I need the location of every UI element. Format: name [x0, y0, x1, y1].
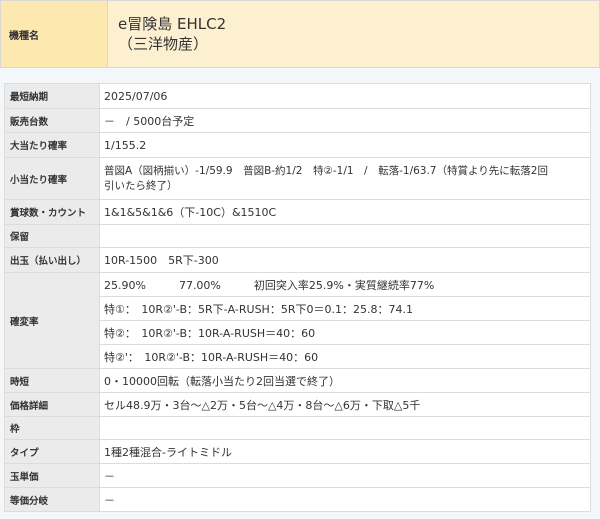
label-ball-price: 玉単価	[4, 463, 100, 488]
machine-name-value: e冒険島 EHLC2 （三洋物産）	[107, 0, 600, 68]
label-units: 販売台数	[4, 108, 100, 133]
label-payout-count: 賞球数・カウント	[4, 199, 100, 225]
label-kakuhen: 確変率	[4, 272, 100, 369]
label-frame: 枠	[4, 416, 100, 440]
value-kakuhen-line4: 特②'： 10R②'-B：10R-A-RUSH＝40：60	[99, 344, 591, 369]
value-units: － / 5000台予定	[99, 108, 591, 133]
label-small: 小当たり確率	[4, 157, 100, 200]
value-small-line1: 普図A（図柄揃い）-1/59.9 普図B-約1/2 特②-1/1 / 転落-1/…	[104, 164, 548, 177]
machine-title: e冒険島 EHLC2	[118, 15, 227, 33]
value-frame	[99, 416, 591, 440]
value-small-line2: 引いたら終了）	[104, 179, 178, 192]
label-equal-div: 等価分岐	[4, 487, 100, 512]
row-equal-div: 等価分岐 －	[4, 487, 591, 512]
row-jitan: 時短 0・10000回転（転落小当たり2回当選で終了）	[4, 368, 591, 393]
row-jackpot: 大当たり確率 1/155.2	[4, 132, 591, 158]
value-kakuhen-line1: 25.90% 77.00% 初回突入率25.9%・実質継続率77%	[99, 272, 591, 297]
label-delivery: 最短納期	[4, 83, 100, 109]
row-small: 小当たり確率 普図A（図柄揃い）-1/59.9 普図B-約1/2 特②-1/1 …	[4, 157, 591, 200]
label-hold: 保留	[4, 224, 100, 248]
value-small: 普図A（図柄揃い）-1/59.9 普図B-約1/2 特②-1/1 / 転落-1/…	[99, 157, 591, 200]
row-units: 販売台数 － / 5000台予定	[4, 108, 591, 133]
value-jitan: 0・10000回転（転落小当たり2回当選で終了）	[99, 368, 591, 393]
label-jackpot: 大当たり確率	[4, 132, 100, 158]
value-equal-div: －	[99, 487, 591, 512]
value-delivery: 2025/07/06	[99, 83, 591, 109]
value-kakuhen-line2: 特①： 10R②'-B：5R下-A-RUSH：5R下0＝0.1：25.8：74.…	[99, 296, 591, 321]
row-ball-price: 玉単価 －	[4, 463, 591, 488]
machine-name-label: 機種名	[0, 0, 108, 68]
value-ball-price: －	[99, 463, 591, 488]
row-delivery: 最短納期 2025/07/06	[4, 83, 591, 109]
value-price: セル48.9万・3台～△2万・5台～△4万・8台～△6万・下取△5千	[99, 392, 591, 417]
row-hold: 保留	[4, 224, 591, 248]
manufacturer: （三洋物産）	[118, 35, 209, 53]
machine-name-header: 機種名 e冒険島 EHLC2 （三洋物産）	[0, 0, 600, 68]
row-payout-count: 賞球数・カウント 1&1&5&1&6（下-10C）&1510C	[4, 199, 591, 225]
label-payout: 出玉（払い出し）	[4, 247, 100, 273]
value-payout-count: 1&1&5&1&6（下-10C）&1510C	[99, 199, 591, 225]
value-hold	[99, 224, 591, 248]
row-type: タイプ 1種2種混合-ライトミドル	[4, 439, 591, 464]
value-type: 1種2種混合-ライトミドル	[99, 439, 591, 464]
value-kakuhen-line3: 特②： 10R②'-B：10R-A-RUSH＝40：60	[99, 320, 591, 345]
value-payout: 10R-1500 5R下-300	[99, 247, 591, 273]
row-frame: 枠	[4, 416, 591, 440]
value-jackpot: 1/155.2	[99, 132, 591, 158]
spec-table: 最短納期 2025/07/06 販売台数 － / 5000台予定 大当たり確率 …	[4, 83, 591, 512]
label-type: タイプ	[4, 439, 100, 464]
label-jitan: 時短	[4, 368, 100, 393]
row-payout: 出玉（払い出し） 10R-1500 5R下-300	[4, 247, 591, 273]
label-price: 価格詳細	[4, 392, 100, 417]
row-price: 価格詳細 セル48.9万・3台～△2万・5台～△4万・8台～△6万・下取△5千	[4, 392, 591, 417]
row-kakuhen-1: 確変率 25.90% 77.00% 初回突入率25.9%・実質継続率77%	[4, 272, 591, 369]
